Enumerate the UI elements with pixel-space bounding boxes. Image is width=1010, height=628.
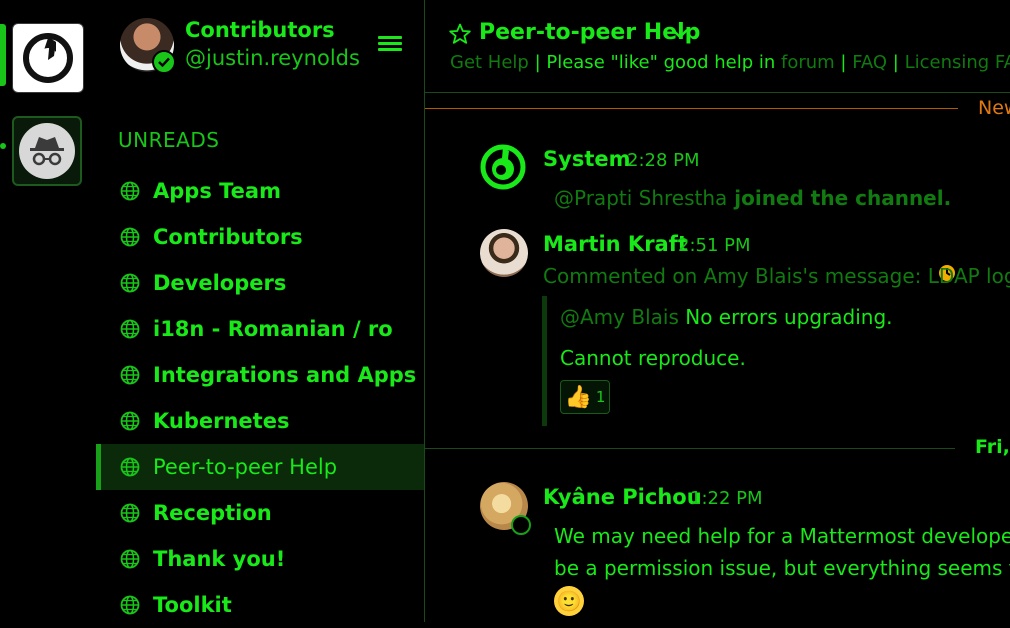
channel-purpose: Get Help | Please "like" good help in fo… <box>450 52 1010 73</box>
post-author[interactable]: Martin Kraft <box>543 232 688 256</box>
online-status-icon <box>152 50 176 74</box>
incognito-icon <box>30 137 64 166</box>
team-sidebar <box>0 0 96 622</box>
post-time[interactable]: 2:28 PM <box>627 150 700 171</box>
sidebar-item-reception[interactable]: Reception <box>96 490 424 536</box>
sidebar-item-toolkit[interactable]: Toolkit <box>96 582 424 628</box>
link-get-help[interactable]: Get Help <box>450 52 529 73</box>
reaction-count: 1 <box>595 388 606 406</box>
reply-message: Cannot reproduce. <box>560 346 746 370</box>
globe-icon <box>120 227 140 247</box>
comment-user[interactable]: Amy Blais <box>704 264 803 288</box>
sidebar-item-developers[interactable]: Developers <box>96 260 424 306</box>
globe-icon <box>120 181 140 201</box>
reply-thread-bar <box>542 296 547 426</box>
date-separator-label: Fri, J <box>975 436 1010 458</box>
globe-icon <box>120 411 140 431</box>
comment-context: Commented on Amy Blais's message: LDAP l… <box>543 264 1010 288</box>
sidebar-item-label: Reception <box>153 501 272 525</box>
sidebar-item-contributors[interactable]: Contributors <box>96 214 424 260</box>
post-author[interactable]: Kyâne Pichou <box>543 485 702 509</box>
team-button-mattermost[interactable] <box>12 23 84 93</box>
globe-icon <box>120 549 140 569</box>
main-menu-button[interactable] <box>378 36 402 56</box>
sidebar-item-label: Thank you! <box>153 547 286 571</box>
channel-title[interactable]: Peer-to-peer Help <box>479 20 700 45</box>
globe-icon <box>120 595 140 615</box>
current-username[interactable]: @justin.reynolds <box>185 46 360 70</box>
user-avatar-wrap[interactable] <box>120 18 176 74</box>
reply-message: @Amy Blais No errors upgrading. <box>560 305 893 329</box>
sidebar-item-label: i18n - Romanian / ro <box>153 317 393 341</box>
smile-emoji-icon: 🙂 <box>554 586 584 616</box>
mattermost-logo-icon <box>23 33 73 83</box>
reply-text: No errors upgrading. <box>678 305 893 329</box>
avatar[interactable] <box>480 229 528 277</box>
channel-sidebar: Contributors @justin.reynolds UNREADS Ap… <box>96 0 425 622</box>
purpose-sep: | <box>887 52 905 73</box>
link-licensing-faq[interactable]: Licensing FAQ <box>905 52 1010 73</box>
sidebar-item-label: Toolkit <box>153 593 232 617</box>
sidebar-item-peer-to-peer-help[interactable]: Peer-to-peer Help <box>96 444 424 490</box>
sidebar-item-integrations-and-apps[interactable]: Integrations and Apps <box>96 352 424 398</box>
globe-icon <box>120 273 140 293</box>
post-time[interactable]: 2:51 PM <box>678 235 751 256</box>
purpose-text: | Please "like" good help in <box>528 52 781 73</box>
globe-icon <box>120 365 140 385</box>
mattermost-logo-icon <box>480 144 526 190</box>
user-mention[interactable]: @Prapti Shrestha <box>554 186 727 210</box>
sidebar-item-kubernetes[interactable]: Kubernetes <box>96 398 424 444</box>
sidebar-section-unreads: UNREADS <box>118 128 220 152</box>
chevron-down-icon[interactable] <box>671 27 689 41</box>
center-channel: Peer-to-peer Help Get Help | Please "lik… <box>425 0 1010 622</box>
user-mention[interactable]: @Amy Blais <box>560 305 679 329</box>
team-button-incognito[interactable] <box>12 116 82 186</box>
active-team-indicator <box>0 24 6 86</box>
sidebar-item-label: Integrations and Apps <box>153 363 417 387</box>
hamburger-icon <box>378 36 402 39</box>
post-author[interactable]: System <box>543 147 630 171</box>
new-messages-label: New <box>978 97 1010 119</box>
channel-list: Apps Team Contributors Developers i18n -… <box>96 168 424 628</box>
globe-icon <box>120 457 140 477</box>
comment-prefix: Commented on <box>543 264 704 288</box>
sidebar-item-label: Contributors <box>153 225 303 249</box>
sidebar-item-thank-you[interactable]: Thank you! <box>96 536 424 582</box>
star-icon[interactable] <box>448 22 472 46</box>
offline-status-icon <box>511 515 531 535</box>
sidebar-item-label: Apps Team <box>153 179 281 203</box>
link-forum[interactable]: forum <box>781 52 835 73</box>
sidebar-item-apps-team[interactable]: Apps Team <box>96 168 424 214</box>
link-faq[interactable]: FAQ <box>852 52 887 73</box>
new-messages-line <box>425 108 958 109</box>
post-message: @Prapti Shrestha joined the channel. <box>554 186 951 210</box>
channel-header: Peer-to-peer Help Get Help | Please "lik… <box>425 0 1010 93</box>
post-message-text: joined the channel. <box>727 186 952 210</box>
purpose-sep: | <box>834 52 853 73</box>
comment-mid: 's message: <box>802 264 928 288</box>
sidebar-item-label: Developers <box>153 271 287 295</box>
thumbs-up-icon: 👍 <box>564 384 592 410</box>
comment-link[interactable]: LDAP login st <box>928 264 1010 288</box>
globe-icon <box>120 319 140 339</box>
post-message-line: be a permission issue, but everything se… <box>554 556 1010 580</box>
sidebar-item-label: Peer-to-peer Help <box>153 455 338 479</box>
globe-icon <box>120 503 140 523</box>
date-separator-line <box>425 448 955 449</box>
reaction-thumbs-up[interactable]: 👍 1 <box>560 380 610 414</box>
unread-team-dot <box>0 143 6 149</box>
sidebar-item-label: Kubernetes <box>153 409 290 433</box>
post-time[interactable]: 1:22 PM <box>690 488 763 509</box>
post-message-line: We may need help for a Mattermost develo… <box>554 524 1010 548</box>
team-name[interactable]: Contributors <box>185 18 335 42</box>
sidebar-item-i18n-romanian[interactable]: i18n - Romanian / ro <box>96 306 424 352</box>
